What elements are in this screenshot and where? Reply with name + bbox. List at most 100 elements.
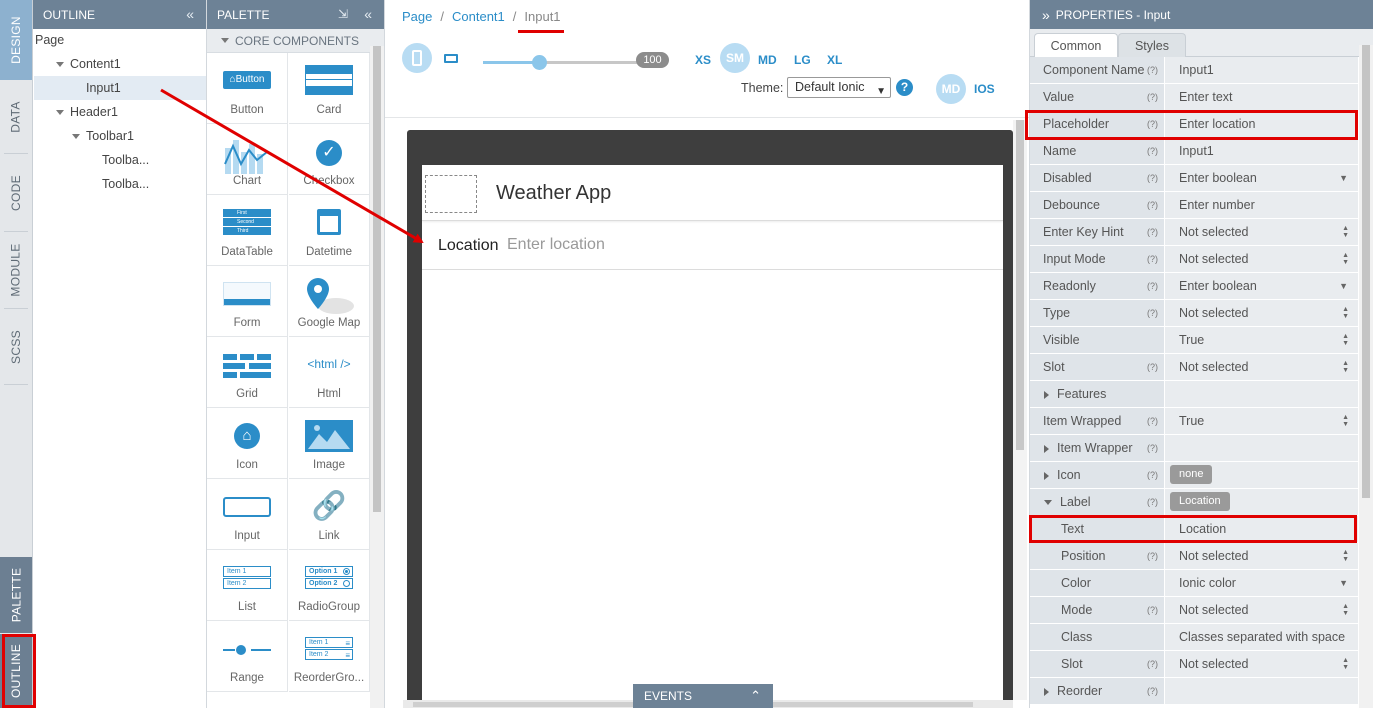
property-value[interactable]: Not selected ▲ ▼	[1164, 597, 1358, 623]
property-value[interactable]: Not selected ▲ ▼	[1164, 246, 1358, 272]
property-value[interactable]	[1164, 678, 1358, 704]
property-row[interactable]: Reorder (?)	[1030, 678, 1358, 705]
palette-form[interactable]: Form	[207, 266, 288, 337]
property-row[interactable]: Readonly (?) Enter boolean ▼	[1030, 273, 1358, 300]
canvas-vertical-scrollbar[interactable]	[1013, 120, 1027, 700]
size-sm-button[interactable]: SM	[720, 43, 750, 73]
tree-item-toolbar-child[interactable]: Toolba...	[102, 177, 149, 191]
tree-item-header1[interactable]: Header1	[56, 105, 118, 119]
property-value[interactable]: none	[1164, 462, 1358, 488]
help-icon[interactable]: (?)	[1147, 300, 1158, 326]
property-value[interactable]: Location	[1164, 489, 1358, 515]
caret-right-icon[interactable]	[1044, 444, 1049, 453]
property-row[interactable]: Type (?) Not selected ▲ ▼	[1030, 300, 1358, 327]
property-row[interactable]: Class Classes separated with space	[1030, 624, 1358, 651]
caret-right-icon[interactable]	[1044, 390, 1049, 399]
property-row[interactable]: Position (?) Not selected ▲ ▼	[1030, 543, 1358, 570]
tree-item-page[interactable]: Page	[35, 33, 64, 47]
tab-styles[interactable]: Styles	[1118, 33, 1186, 57]
properties-scrollbar[interactable]	[1359, 45, 1373, 708]
property-row[interactable]: Component Name (?) Input1	[1030, 57, 1358, 84]
tab-scss[interactable]: SCSS	[0, 309, 32, 384]
tab-common[interactable]: Common	[1034, 33, 1118, 57]
help-icon[interactable]: (?)	[1147, 678, 1158, 704]
help-icon[interactable]: (?)	[1147, 84, 1158, 110]
help-icon[interactable]: (?)	[1147, 138, 1158, 164]
property-row[interactable]: Mode (?) Not selected ▲ ▼	[1030, 597, 1358, 624]
size-xl-button[interactable]: XL	[827, 53, 842, 67]
property-value[interactable]: Not selected ▲ ▼	[1164, 300, 1358, 326]
palette-radiogroup[interactable]: Option 1 Option 2 RadioGroup	[289, 550, 370, 621]
expand-caret-icon[interactable]	[56, 62, 64, 68]
property-value[interactable]: Enter text	[1164, 84, 1358, 110]
property-row[interactable]: Icon (?) none	[1030, 462, 1358, 489]
help-icon[interactable]: (?)	[1147, 435, 1158, 461]
help-icon[interactable]: (?)	[1147, 246, 1158, 272]
events-panel-tab[interactable]: EVENTS ⌃	[633, 684, 773, 708]
help-icon[interactable]: (?)	[1147, 408, 1158, 434]
property-value[interactable]: Input1	[1164, 138, 1358, 164]
property-value[interactable]: Input1	[1164, 57, 1358, 83]
theme-select[interactable]: Default Ionic ▼	[787, 77, 891, 98]
core-components-section[interactable]: CORE COMPONENTS	[207, 29, 384, 53]
palette-list[interactable]: Item 1 Item 2 List	[207, 550, 288, 621]
expand-caret-icon[interactable]	[56, 110, 64, 116]
size-md-button[interactable]: MD	[758, 53, 777, 67]
help-icon[interactable]: (?)	[1147, 543, 1158, 569]
mode-md-button[interactable]: MD	[936, 74, 966, 104]
expand-right-icon[interactable]: »	[1042, 7, 1050, 23]
expand-icon[interactable]: ⇲	[338, 7, 348, 21]
tree-item-content1[interactable]: Content1	[56, 57, 121, 71]
palette-link[interactable]: 🔗 Link	[289, 479, 370, 550]
property-row[interactable]: Value (?) Enter text	[1030, 84, 1358, 111]
breadcrumb-page[interactable]: Page	[402, 9, 432, 24]
app-header[interactable]: Weather App	[422, 165, 1003, 221]
tab-design[interactable]: DESIGN	[0, 0, 32, 80]
size-lg-button[interactable]: LG	[794, 53, 811, 67]
device-phone-button[interactable]	[402, 43, 432, 73]
palette-checkbox[interactable]: ✓ Checkbox	[289, 124, 370, 195]
help-icon[interactable]: (?)	[1147, 597, 1158, 623]
help-icon[interactable]: (?)	[1147, 57, 1158, 83]
help-icon[interactable]: (?)	[1147, 165, 1158, 191]
help-icon[interactable]: (?)	[1147, 219, 1158, 245]
palette-input[interactable]: Input	[207, 479, 288, 550]
property-value[interactable]: Enter number	[1164, 192, 1358, 218]
property-value[interactable]	[1164, 381, 1358, 407]
palette-google-map[interactable]: Google Map	[289, 266, 370, 337]
property-value[interactable]	[1164, 435, 1358, 461]
palette-card[interactable]: Card	[289, 53, 370, 124]
caret-right-icon[interactable]	[1044, 471, 1049, 480]
help-icon[interactable]: ?	[896, 79, 913, 96]
palette-reordergroup[interactable]: Item 1 ≡ Item 2 ≡ ReorderGro...	[289, 621, 370, 692]
location-input-item[interactable]: Location Enter location	[422, 221, 1003, 270]
mode-ios-button[interactable]: IOS	[974, 82, 995, 96]
help-icon[interactable]: (?)	[1147, 462, 1158, 488]
palette-chart[interactable]: Chart	[207, 124, 288, 195]
breadcrumb-content1[interactable]: Content1	[452, 9, 505, 24]
property-row[interactable]: Color Ionic color ▼	[1030, 570, 1358, 597]
tab-data[interactable]: DATA	[0, 80, 32, 153]
palette-icon[interactable]: ⌂ Icon	[207, 408, 288, 479]
location-input[interactable]: Enter location	[507, 236, 605, 254]
property-row[interactable]: Name (?) Input1	[1030, 138, 1358, 165]
tree-item-toolbar1[interactable]: Toolbar1	[72, 129, 134, 143]
property-value[interactable]: Not selected ▲ ▼	[1164, 219, 1358, 245]
property-row[interactable]: Item Wrapper (?)	[1030, 435, 1358, 462]
tree-item-input1[interactable]: Input1	[86, 81, 121, 95]
help-icon[interactable]: (?)	[1147, 192, 1158, 218]
tab-code[interactable]: CODE	[0, 154, 32, 231]
property-value[interactable]: Not selected ▲ ▼	[1164, 651, 1358, 677]
palette-scrollbar[interactable]	[370, 46, 384, 708]
property-row[interactable]: Slot (?) Not selected ▲ ▼	[1030, 354, 1358, 381]
property-row[interactable]: Input Mode (?) Not selected ▲ ▼	[1030, 246, 1358, 273]
help-icon[interactable]: (?)	[1147, 273, 1158, 299]
help-icon[interactable]: (?)	[1147, 354, 1158, 380]
palette-image[interactable]: Image	[289, 408, 370, 479]
caret-down-icon[interactable]	[1044, 500, 1052, 506]
property-value[interactable]: Classes separated with space	[1164, 624, 1358, 650]
property-row[interactable]: Features	[1030, 381, 1358, 408]
property-row[interactable]: Visible True ▲ ▼	[1030, 327, 1358, 354]
value-chip[interactable]: none	[1170, 465, 1213, 484]
property-value[interactable]: Not selected ▲ ▼	[1164, 543, 1358, 569]
